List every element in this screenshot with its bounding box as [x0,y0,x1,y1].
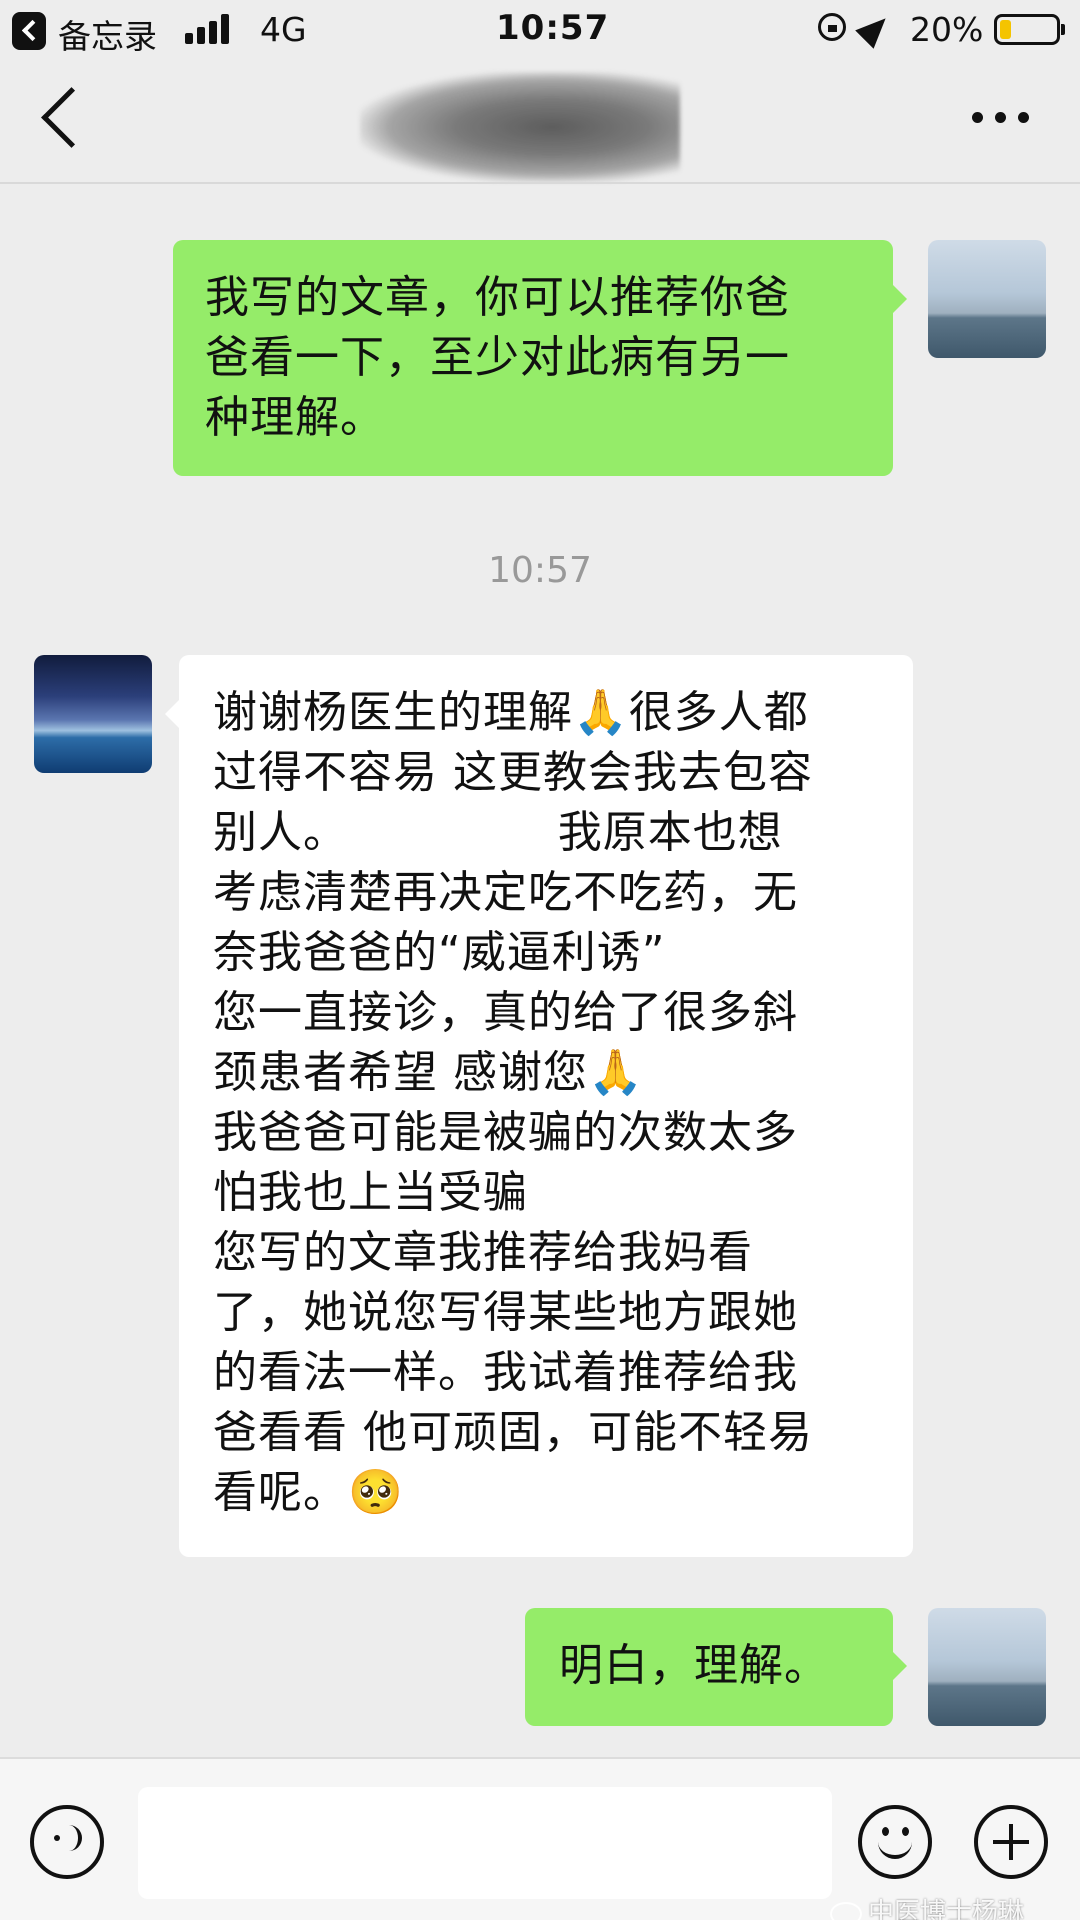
voice-icon[interactable] [30,1805,104,1879]
back-to-app-icon[interactable] [12,12,46,50]
message-line: 颈患者希望 感谢您🙏 [213,1047,644,1098]
watermark-text: 中医博士杨琳 [868,1898,1025,1920]
battery-tip [1061,24,1065,35]
location-icon [855,9,895,49]
status-bar: 备忘录 4G 10:57 20% [0,0,1080,62]
chat-nav-bar [0,62,1080,182]
rotation-lock-icon [818,13,846,41]
chat-screen: 备忘录 4G 10:57 20% 我写的文章，你可以推荐你爸 爸看一下，至少对此… [0,0,1080,1920]
battery-level-fill [1000,20,1011,39]
message-line: 谢谢杨医生的理解🙏很多人都 [213,687,809,738]
plus-icon[interactable] [974,1805,1048,1879]
message-input[interactable] [138,1787,832,1899]
message-line: 您写的文章我推荐给我妈看 [213,1227,753,1278]
my-avatar[interactable] [928,240,1046,358]
message-bubble-received[interactable]: 谢谢杨医生的理解🙏很多人都 过得不容易 这更教会我去包容 别人。 我原本也想 考… [179,655,913,1557]
contact-avatar[interactable] [34,655,152,773]
message-line: 了，她说您写得某些地方跟她 [213,1287,798,1338]
message-line: 我写的文章，你可以推荐你爸 [205,272,790,323]
network-type: 4G [260,10,307,49]
back-app-label[interactable]: 备忘录 [58,10,157,58]
message-line: 的看法一样。我试着推荐给我 [213,1347,798,1398]
message-line: 考虑清楚再决定吃不吃药，无 [213,867,798,918]
message-bubble-sent[interactable]: 我写的文章，你可以推荐你爸 爸看一下，至少对此病有另一 种理解。 [173,240,893,476]
bubble-tail [893,285,907,313]
redacted-contact-name [360,72,680,182]
emoji-icon[interactable] [858,1805,932,1879]
message-line: 别人。 我原本也想 [213,807,783,858]
chevron-left-icon[interactable] [41,87,102,148]
watermark: 中医博士杨琳 [830,1892,1024,1920]
message-bubble-sent[interactable]: 明白，理解。 [525,1608,893,1726]
message-line: 爸看看 他可顽固，可能不轻易 [213,1407,813,1458]
message-line: 种理解。 [205,392,385,443]
message-line: 我爸爸可能是被骗的次数太多 [213,1107,798,1158]
message-line: 过得不容易 这更教会我去包容 [213,747,813,798]
message-line: 明白，理解。 [559,1640,829,1691]
chat-timestamp: 10:57 [488,550,592,591]
bubble-tail [893,1652,907,1680]
battery-percent: 20% [910,10,984,49]
message-line: 奈我爸爸的“威逼利诱” [213,927,666,978]
battery-icon [994,14,1060,45]
message-line: 爸看一下，至少对此病有另一 [205,332,790,383]
status-time: 10:57 [496,8,610,48]
bubble-tail [165,700,179,728]
message-line: 您一直接诊，真的给了很多斜 [213,987,798,1038]
my-avatar[interactable] [928,1608,1046,1726]
message-line: 怕我也上当受骗 [213,1167,528,1218]
message-line: 看呢。🥺 [213,1467,404,1518]
signal-icon [185,14,233,44]
wechat-logo-icon [830,1901,862,1920]
nav-divider [0,182,1080,184]
more-dots-icon[interactable] [972,112,1032,126]
